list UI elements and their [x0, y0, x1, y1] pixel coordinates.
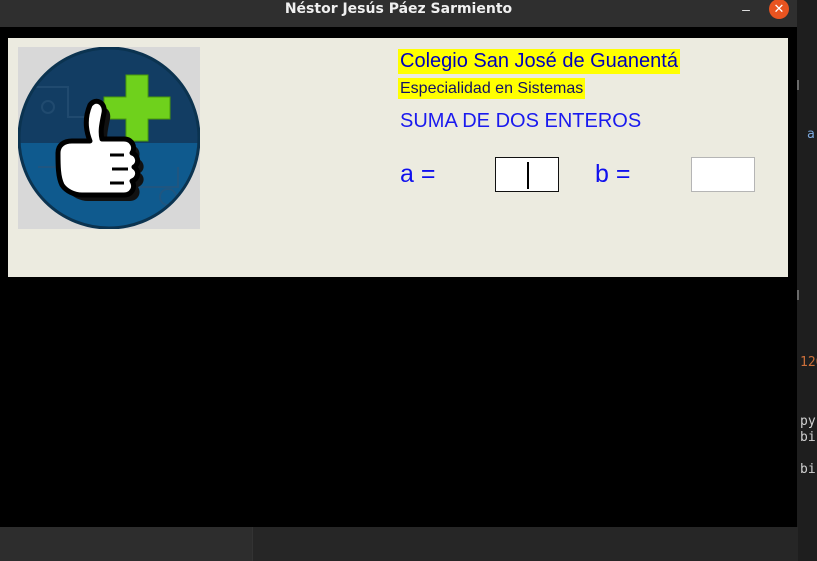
taskbar-segment: [252, 527, 798, 561]
editor-gutter-mark: [797, 290, 799, 300]
school-name: Colegio San José de Guanentá: [398, 49, 680, 74]
thumbs-up-plus-icon: [17, 46, 201, 230]
minimize-button[interactable]: –: [738, 0, 754, 20]
form-panel: Colegio San José de Guanentá Especialida…: [8, 38, 788, 277]
label-a: a =: [400, 160, 436, 188]
specialty-label: Especialidad en Sistemas: [398, 78, 586, 99]
bg-editor-fragment: bi: [800, 462, 816, 477]
bg-editor-fragment: 126: [800, 355, 817, 370]
input-b[interactable]: [691, 157, 755, 192]
close-button[interactable]: ✕: [769, 0, 789, 19]
bg-editor-fragment: a: [807, 127, 815, 142]
screen: a 126 py bi bi Néstor Jesús Páez Sarmien…: [0, 0, 817, 561]
background-editor: a 126 py bi bi: [797, 0, 817, 561]
bg-editor-fragment: bi: [800, 430, 816, 445]
title-bar[interactable]: Néstor Jesús Páez Sarmiento – ✕: [0, 0, 797, 27]
window-title: Néstor Jesús Páez Sarmiento: [284, 1, 513, 17]
text-cursor: [527, 162, 529, 189]
editor-gutter-mark: [797, 80, 799, 90]
label-b: b =: [595, 160, 631, 188]
taskbar: [0, 527, 798, 561]
bg-editor-fragment: py: [800, 414, 816, 429]
operation-title: SUMA DE DOS ENTEROS: [400, 110, 642, 132]
app-window: Néstor Jesús Páez Sarmiento – ✕ Colegio …: [0, 0, 797, 527]
